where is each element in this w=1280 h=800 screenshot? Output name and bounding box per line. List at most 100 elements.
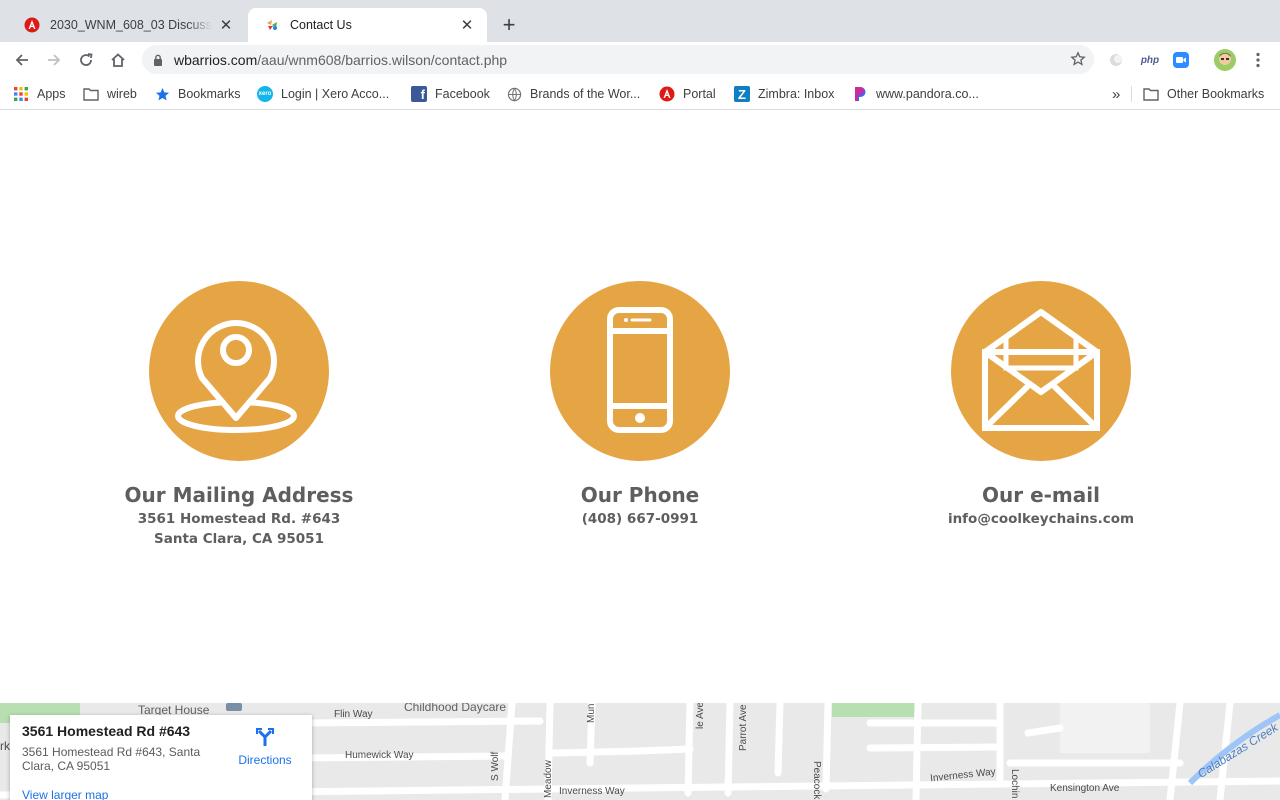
new-tab-button[interactable]: + — [497, 13, 521, 37]
map-label: Peacock Ave — [811, 761, 822, 800]
email-address[interactable]: info@coolkeychains.com — [861, 509, 1221, 529]
pandora-icon — [852, 86, 868, 102]
angular-red-icon — [24, 17, 40, 33]
url-text: wbarrios.com/aau/wnm608/barrios.wilson/c… — [174, 52, 507, 68]
address-circle — [149, 281, 329, 461]
bookmark-label: Zimbra: Inbox — [758, 87, 835, 101]
place-address: 3561 Homestead Rd #643, Santa Clara, CA … — [22, 745, 201, 773]
forward-button[interactable] — [40, 46, 68, 74]
bookmark-facebook[interactable]: f Facebook — [411, 85, 490, 103]
bookmark-other[interactable]: Other Bookmarks — [1143, 85, 1264, 103]
phone-number: (408) 667-0991 — [581, 511, 699, 527]
bookmark-label: Apps — [37, 87, 66, 101]
directions-button[interactable]: Directions — [234, 725, 296, 767]
profile-avatar-icon[interactable] — [1214, 49, 1236, 71]
bookmarks-divider — [1131, 86, 1132, 102]
bookmark-folder-wireb[interactable]: wireb — [83, 85, 137, 103]
email-circle — [951, 281, 1131, 461]
xero-icon: xero — [257, 86, 273, 102]
bookmark-label: Login | Xero Acco... — [281, 87, 390, 101]
map-label: Flin Way — [334, 709, 373, 720]
bookmark-label: Facebook — [435, 87, 490, 101]
phone-section: Our Phone (408) 667-0991 — [460, 281, 820, 529]
bookmark-label: wireb — [107, 87, 137, 101]
close-icon[interactable]: ✕ — [459, 17, 475, 34]
phone-heading: Our Phone — [580, 483, 700, 507]
bookmark-portal[interactable]: Portal — [659, 85, 716, 103]
envelope-icon — [982, 309, 1100, 431]
bookmark-brands[interactable]: Brands of the Wor... — [506, 85, 640, 103]
bookmark-apps[interactable]: Apps — [13, 85, 66, 103]
directions-icon — [256, 728, 274, 746]
site-logo-icon — [264, 17, 280, 33]
map-marker-icon — [226, 703, 242, 711]
map-label: rk — [0, 739, 10, 753]
gray-circle-icon[interactable] — [1107, 51, 1125, 69]
facebook-letter: f — [411, 86, 427, 102]
reload-icon — [80, 53, 93, 66]
browser-toolbar: wbarrios.com/aau/wnm608/barrios.wilson/c… — [0, 42, 1280, 78]
address-line-1: 3561 Homestead Rd. #643 — [137, 511, 341, 527]
bookmark-label: Bookmarks — [178, 87, 241, 101]
forward-arrow-icon — [48, 54, 61, 66]
phone-circle — [550, 281, 730, 461]
map-label: Inverness Way — [559, 786, 625, 797]
address-heading: Our Mailing Address — [124, 483, 354, 507]
bookmarks-bar: Apps wireb Bookmarks xero Login | Xero A… — [0, 78, 1280, 110]
angular-red-icon — [659, 86, 675, 102]
bookmarks-overflow-button[interactable]: » — [1112, 85, 1120, 103]
view-larger-map-link[interactable]: View larger map — [22, 788, 108, 800]
tab-title: Contact Us — [290, 18, 352, 32]
map-place-card: 3561 Homestead Rd #643 3561 Homestead Rd… — [10, 715, 312, 800]
bookmark-pandora[interactable]: www.pandora.co... — [852, 85, 979, 103]
facebook-icon: f — [411, 86, 427, 102]
xero-badge: xero — [257, 86, 273, 102]
tab-strip: 2030_WNM_608_03 Discussion ✕ Contact Us … — [0, 0, 1280, 42]
address-line-2: Santa Clara, CA 95051 — [154, 531, 324, 547]
tab-discussion[interactable]: 2030_WNM_608_03 Discussion ✕ — [8, 8, 246, 42]
map-label: Childhood Daycare — [404, 703, 507, 714]
url-host: wbarrios.com — [174, 52, 258, 68]
lock-icon — [153, 53, 163, 71]
map-label: S Wolf — [490, 751, 501, 781]
reload-button[interactable] — [72, 46, 100, 74]
phone-icon — [607, 307, 673, 433]
bookmark-xero[interactable]: xero Login | Xero Acco... — [257, 85, 389, 103]
map-label: Parrot Ave — [738, 704, 749, 751]
map-label: Kensington Ave — [1050, 783, 1120, 794]
tab-title: 2030_WNM_608_03 Discussion — [50, 18, 212, 32]
place-title: 3561 Homestead Rd #643 — [22, 723, 191, 739]
home-icon — [111, 53, 125, 67]
zimbra-letter: Z — [734, 86, 750, 102]
map-label: Mun — [586, 703, 597, 723]
address-bar[interactable]: wbarrios.com/aau/wnm608/barrios.wilson/c… — [142, 45, 1094, 74]
close-icon[interactable]: ✕ — [218, 17, 234, 34]
menu-dots-icon[interactable] — [1249, 51, 1267, 69]
bookmark-label: Brands of the Wor... — [530, 87, 641, 101]
map-label: Humewick Way — [345, 750, 414, 761]
star-icon — [154, 86, 170, 102]
map-pin-icon — [175, 320, 297, 433]
zoom-icon[interactable] — [1172, 51, 1190, 69]
home-button[interactable] — [104, 46, 132, 74]
directions-label: Directions — [238, 753, 292, 767]
embedded-map[interactable]: Target House Childhood Daycare Flin Way … — [0, 703, 1280, 800]
map-label: Lochin — [1009, 769, 1020, 799]
folder-icon — [1143, 86, 1159, 102]
bookmark-bookmarks[interactable]: Bookmarks — [154, 85, 241, 103]
bookmark-star-icon[interactable] — [1070, 51, 1086, 72]
apps-grid-icon — [13, 86, 29, 102]
bookmark-label: www.pandora.co... — [876, 87, 979, 101]
back-button[interactable] — [8, 46, 36, 74]
bookmark-zimbra[interactable]: Z Zimbra: Inbox — [734, 85, 834, 103]
bookmark-label: Portal — [683, 87, 716, 101]
url-path: /aau/wnm608/barrios.wilson/contact.php — [257, 52, 508, 68]
mailing-address-section: Our Mailing Address 3561 Homestead Rd. #… — [59, 281, 419, 549]
globe-icon — [506, 86, 522, 102]
zimbra-icon: Z — [734, 86, 750, 102]
folder-icon — [83, 86, 99, 102]
email-heading: Our e-mail — [982, 483, 1100, 507]
tab-contact-us[interactable]: Contact Us ✕ — [248, 8, 487, 42]
php-icon[interactable]: php — [1139, 51, 1161, 69]
bookmark-label: Other Bookmarks — [1167, 87, 1265, 101]
